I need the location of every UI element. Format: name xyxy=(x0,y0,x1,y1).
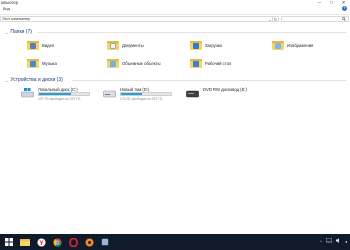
folder-video[interactable]: Видео xyxy=(27,40,54,50)
video-folder-icon xyxy=(27,40,39,50)
network-icon[interactable] xyxy=(325,237,333,244)
drive-usage-bar xyxy=(120,92,172,96)
address-bar: Этот компьютер ⌄ ↻ xyxy=(0,14,350,22)
close-button[interactable]: ✕ xyxy=(339,0,348,5)
drive-d[interactable]: Новый том (D:) 174 ГБ свободно из 297 ГБ xyxy=(103,87,181,103)
folders-group-header[interactable]: ⌄ Папки (7) xyxy=(5,29,32,35)
divider xyxy=(38,32,346,33)
windows-drive-icon xyxy=(21,88,34,98)
language-icon[interactable]: ◂ xyxy=(345,239,347,244)
folder-label: Загрузки xyxy=(205,42,222,48)
chevron-down-icon[interactable]: ⌄ xyxy=(5,30,8,35)
drive-c[interactable]: Локальный диск (C:) 107 ГБ свободно из 2… xyxy=(21,87,99,103)
folder-label: Рабочий стол xyxy=(205,60,232,66)
chrome-icon[interactable] xyxy=(51,236,63,248)
folder-label: Видео xyxy=(42,42,55,48)
documents-folder-icon xyxy=(107,40,119,50)
minimize-button[interactable]: ─ xyxy=(315,0,324,5)
opera-icon[interactable] xyxy=(67,236,79,248)
address-path: Этот компьютер xyxy=(2,17,31,21)
hard-drive-icon xyxy=(103,88,116,98)
volume-icon[interactable] xyxy=(335,238,341,244)
taskbar: Y ^ ◂ xyxy=(0,234,350,250)
folder-label: Объемные объекты xyxy=(122,60,161,66)
ribbon: Вид ? xyxy=(0,6,350,12)
downloads-folder-icon xyxy=(190,40,202,50)
3d-objects-folder-icon xyxy=(107,58,119,68)
folder-label: Музыка xyxy=(42,60,57,66)
drive-usage-fill xyxy=(39,93,71,95)
folder-documents[interactable]: Документы xyxy=(107,40,144,50)
system-tray: ^ ◂ xyxy=(320,237,347,244)
pictures-folder-icon xyxy=(272,40,284,50)
file-explorer-icon[interactable] xyxy=(19,236,31,248)
devices-group-header[interactable]: ⌄ Устройства и диски (3) xyxy=(5,77,63,83)
folder-3d-objects[interactable]: Объемные объекты xyxy=(107,58,161,68)
help-icon[interactable]: ? xyxy=(342,6,347,11)
chevron-down-icon[interactable]: ⌄ xyxy=(5,78,8,83)
folders-group-title: Папки (7) xyxy=(10,29,32,35)
music-folder-icon xyxy=(27,58,39,68)
folder-label: Документы xyxy=(122,42,144,48)
window-controls: ─ □ ✕ xyxy=(315,0,348,5)
devices-group-title: Устройства и диски (3) xyxy=(10,77,63,83)
dvd-drive-icon xyxy=(186,88,199,98)
folder-label: Изображения xyxy=(287,42,314,48)
drive-free-space: 174 ГБ свободно из 297 ГБ xyxy=(120,97,163,101)
window-title: мпьютер xyxy=(1,0,18,5)
folder-downloads[interactable]: Загрузки xyxy=(190,40,222,50)
tray-overflow-button[interactable]: ^ xyxy=(320,239,322,244)
drive-free-space: 107 ГБ свободно из 297 ГБ xyxy=(38,97,81,101)
desktop-folder-icon xyxy=(190,58,202,68)
drive-name: DVD RW дисковод (E:) xyxy=(203,87,247,92)
drive-usage-bar xyxy=(38,92,90,96)
folder-pictures[interactable]: Изображения xyxy=(272,40,313,50)
drive-usage-fill xyxy=(121,93,142,95)
media-icon[interactable] xyxy=(83,236,95,248)
drive-e[interactable]: DVD RW дисковод (E:) xyxy=(186,87,264,103)
yandex-browser-icon[interactable]: Y xyxy=(35,236,47,248)
content-pane: ⌄ Папки (7) Видео Документы Загрузки Изо… xyxy=(0,22,350,234)
start-icon[interactable] xyxy=(3,236,15,248)
folder-music[interactable]: Музыка xyxy=(27,58,57,68)
app-icon[interactable] xyxy=(99,236,111,248)
folder-desktop[interactable]: Рабочий стол xyxy=(190,58,231,68)
divider xyxy=(72,80,346,81)
tab-view[interactable]: Вид xyxy=(3,7,10,11)
maximize-button[interactable]: □ xyxy=(327,0,336,5)
